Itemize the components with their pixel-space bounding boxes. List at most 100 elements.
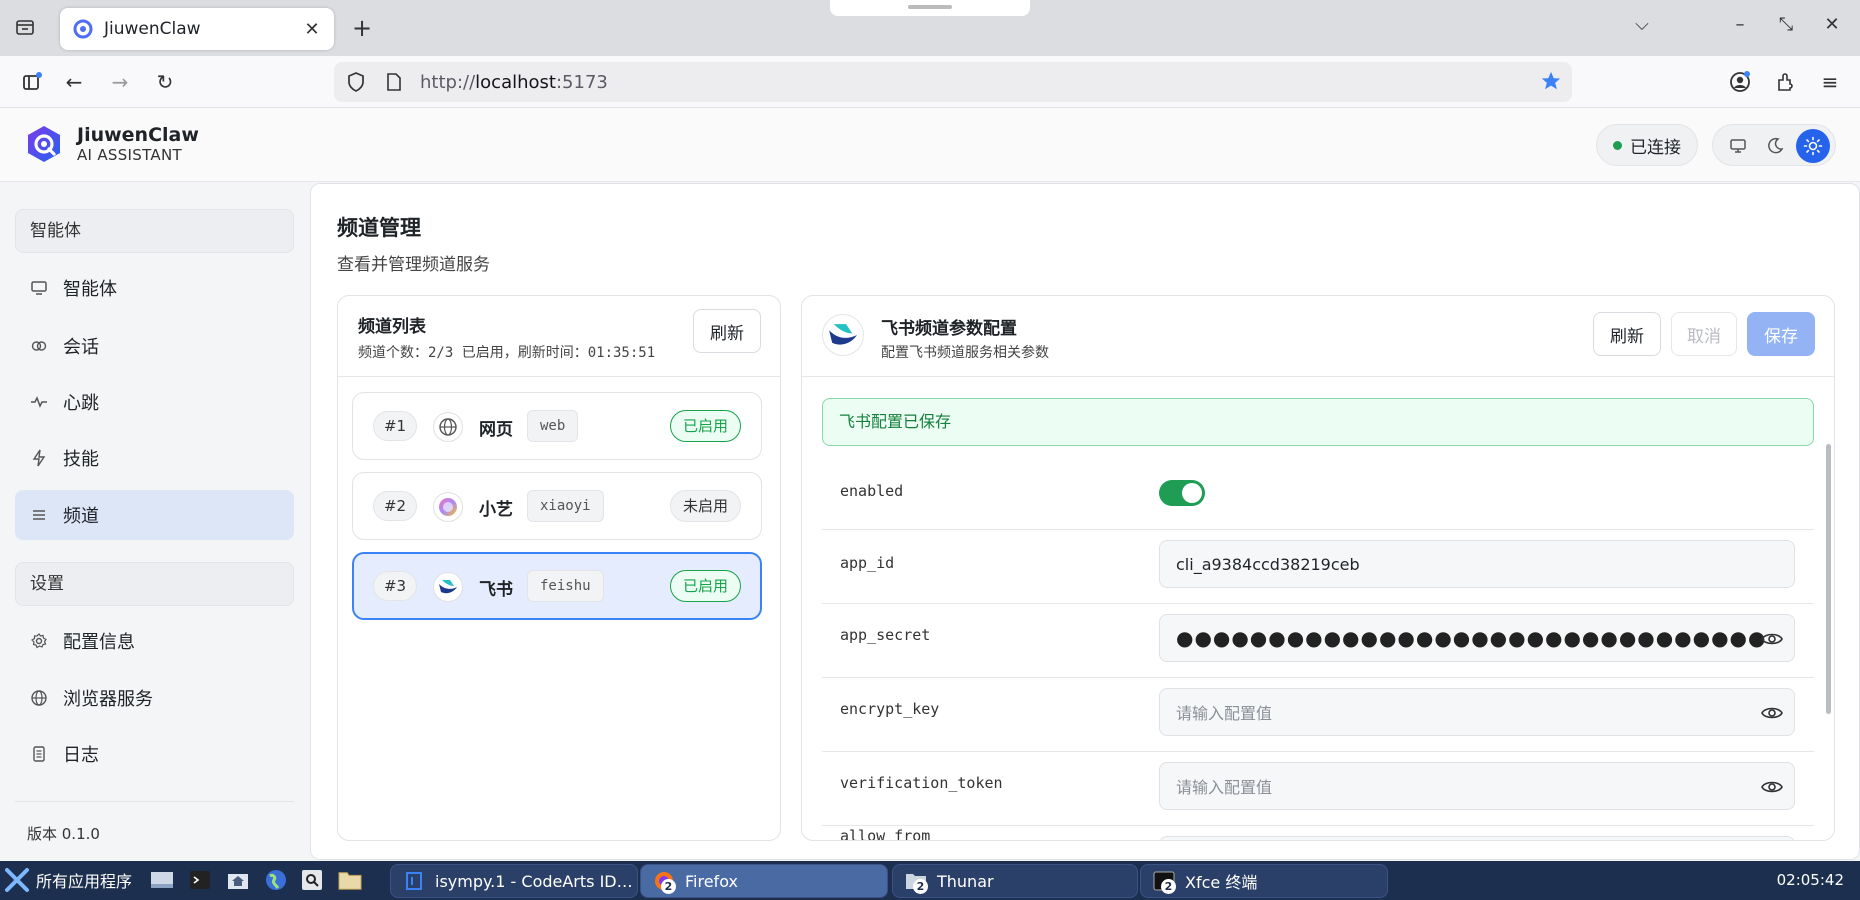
- sidebar-item-label: 技能: [63, 449, 99, 470]
- card-divider: [802, 376, 1834, 377]
- cancel-button[interactable]: 取消: [1671, 312, 1737, 356]
- sidebar-item-channels[interactable]: 频道: [15, 490, 294, 540]
- minimize-icon[interactable]: –: [1726, 14, 1754, 35]
- sidebar-item-skills[interactable]: 技能: [15, 433, 294, 483]
- system-theme-monitor-icon[interactable]: [1721, 129, 1755, 163]
- sidebar-item-sessions[interactable]: 会话: [15, 321, 294, 371]
- start-menu-button[interactable]: 所有应用程序: [4, 867, 132, 893]
- close-tab-icon[interactable]: ✕: [302, 19, 322, 40]
- brand-subtitle: AI ASSISTANT: [77, 146, 182, 164]
- sidebar-item-config[interactable]: 配置信息: [15, 616, 294, 666]
- field-label: enabled: [840, 482, 904, 500]
- back-arrow-icon[interactable]: ←: [60, 68, 88, 96]
- globe-icon: [433, 412, 463, 442]
- verification-token-input[interactable]: 请输入配置值: [1159, 762, 1795, 810]
- desktop-icon[interactable]: [150, 868, 174, 892]
- sidebar-item-label: 智能体: [63, 279, 117, 300]
- account-icon[interactable]: [1726, 68, 1754, 96]
- page-icon[interactable]: [382, 70, 406, 94]
- feishu-logo-icon: [822, 314, 864, 356]
- config-refresh-button[interactable]: 刷新: [1593, 312, 1661, 356]
- dark-theme-moon-icon[interactable]: [1758, 129, 1792, 163]
- channel-row-web[interactable]: #1 网页 web 已启用: [352, 392, 762, 460]
- config-title: 飞书频道参数配置: [881, 319, 1017, 339]
- url-bar[interactable]: http://localhost:5173: [334, 62, 1572, 102]
- input-placeholder: 请输入配置值: [1176, 778, 1273, 797]
- enabled-toggle[interactable]: [1159, 480, 1205, 506]
- sidebar: 智能体 智能体 会话 心跳 技能 频道 设置 配置信息 浏览器服务 日志 版本 …: [0, 183, 310, 861]
- scrollbar-thumb[interactable]: [1826, 444, 1831, 714]
- field-row-app-secret: app_secret ●●●●●●●●●●●●●●●●●●●●●●●●●●●●●…: [822, 604, 1814, 678]
- save-button[interactable]: 保存: [1747, 312, 1815, 356]
- window-count: 2: [1161, 879, 1176, 894]
- sidebar-item-browser-service[interactable]: 浏览器服务: [15, 673, 294, 723]
- new-tab-icon[interactable]: +: [348, 14, 376, 42]
- field-label: app_id: [840, 554, 895, 572]
- channel-name: 网页: [479, 420, 513, 440]
- shield-icon[interactable]: [344, 70, 368, 94]
- drag-handle[interactable]: [830, 0, 1030, 16]
- sidebar-item-heartbeat[interactable]: 心跳: [15, 377, 294, 427]
- sidebar-section-settings[interactable]: 设置: [15, 562, 294, 606]
- taskbar-window-label: Thunar: [937, 871, 994, 891]
- feishu-logo-icon: [433, 572, 463, 602]
- taskbar: 所有应用程序 isympy.1 - CodeArts ID… 2 Firefox…: [0, 861, 1860, 900]
- show-password-eye-icon[interactable]: [1760, 627, 1784, 651]
- channel-row-xiaoyi[interactable]: #2 小艺 xiaoyi 未启用: [352, 472, 762, 540]
- config-scrollbar[interactable]: [1826, 444, 1832, 840]
- forward-arrow-icon[interactable]: →: [106, 68, 134, 96]
- field-label: verification_token: [840, 774, 1003, 792]
- search-icon[interactable]: [300, 868, 324, 892]
- channel-code: xiaoyi: [527, 490, 604, 522]
- app-id-input[interactable]: cli_a9384ccd38219ceb: [1159, 540, 1795, 588]
- window-count: 2: [913, 879, 928, 894]
- bookmark-star-icon[interactable]: [1540, 70, 1562, 96]
- encrypt-key-input[interactable]: 请输入配置值: [1159, 688, 1795, 736]
- taskbar-window-label: Firefox: [685, 871, 738, 891]
- sidebar-toggle-icon[interactable]: [18, 68, 46, 96]
- brand-name: JiuwenClaw: [77, 124, 199, 146]
- channel-number: #3: [373, 571, 417, 601]
- extensions-icon[interactable]: [1772, 68, 1800, 96]
- field-row-encrypt-key: encrypt_key 请输入配置值: [822, 678, 1814, 752]
- channel-list-refresh-button[interactable]: 刷新: [693, 309, 761, 353]
- home-folder-icon[interactable]: [226, 868, 250, 892]
- hamburger-menu-icon[interactable]: ≡: [1816, 68, 1844, 96]
- codearts-icon: [403, 870, 425, 892]
- show-password-eye-icon[interactable]: [1760, 775, 1784, 799]
- light-theme-sun-icon[interactable]: [1796, 129, 1830, 163]
- taskbar-window-thunar[interactable]: 2 Thunar: [892, 864, 1138, 898]
- sidebar-section-agents[interactable]: 智能体: [15, 209, 294, 253]
- taskbar-window-codearts[interactable]: isympy.1 - CodeArts ID…: [390, 864, 638, 898]
- taskbar-clock: 02:05:42: [1776, 871, 1844, 889]
- sidebar-item-label: 会话: [63, 337, 99, 358]
- browser-tab[interactable]: JiuwenClaw ✕: [60, 8, 334, 50]
- firefox-icon: 2: [653, 870, 676, 894]
- reload-icon[interactable]: ↻: [151, 68, 179, 96]
- status-badge: 未启用: [669, 490, 741, 522]
- bolt-icon: [29, 448, 49, 468]
- chevron-down-icon[interactable]: ⌵: [1628, 14, 1656, 35]
- gear-icon: [29, 631, 49, 651]
- terminal-icon[interactable]: [188, 868, 212, 892]
- input-placeholder: 请输入配置值: [1176, 704, 1273, 723]
- show-password-eye-icon[interactable]: [1760, 701, 1784, 725]
- tab-list-icon[interactable]: [12, 14, 38, 40]
- jiuwenclaw-favicon-icon: [73, 19, 93, 39]
- allow-from-input[interactable]: [1159, 836, 1795, 840]
- channel-row-feishu[interactable]: #3 飞书 feishu 已启用: [352, 552, 762, 620]
- channel-name: 小艺: [479, 500, 513, 520]
- web-browser-globe-icon[interactable]: [264, 868, 288, 892]
- restore-icon[interactable]: ⤡: [1772, 14, 1800, 35]
- sidebar-item-logs[interactable]: 日志: [15, 729, 294, 779]
- file-manager-folder-icon[interactable]: [338, 868, 362, 892]
- app-secret-input[interactable]: ●●●●●●●●●●●●●●●●●●●●●●●●●●●●●●●●: [1159, 614, 1795, 662]
- close-window-icon[interactable]: ✕: [1818, 14, 1846, 35]
- version-label: 版本 0.1.0: [27, 825, 100, 843]
- menu-icon: [29, 505, 49, 525]
- tab-title: JiuwenClaw: [104, 19, 201, 39]
- taskbar-window-xfce-terminal[interactable]: 2 Xfce 终端: [1140, 864, 1388, 898]
- start-menu-label: 所有应用程序: [36, 872, 133, 891]
- taskbar-window-firefox[interactable]: 2 Firefox: [640, 864, 888, 898]
- sidebar-item-agents[interactable]: 智能体: [15, 263, 294, 313]
